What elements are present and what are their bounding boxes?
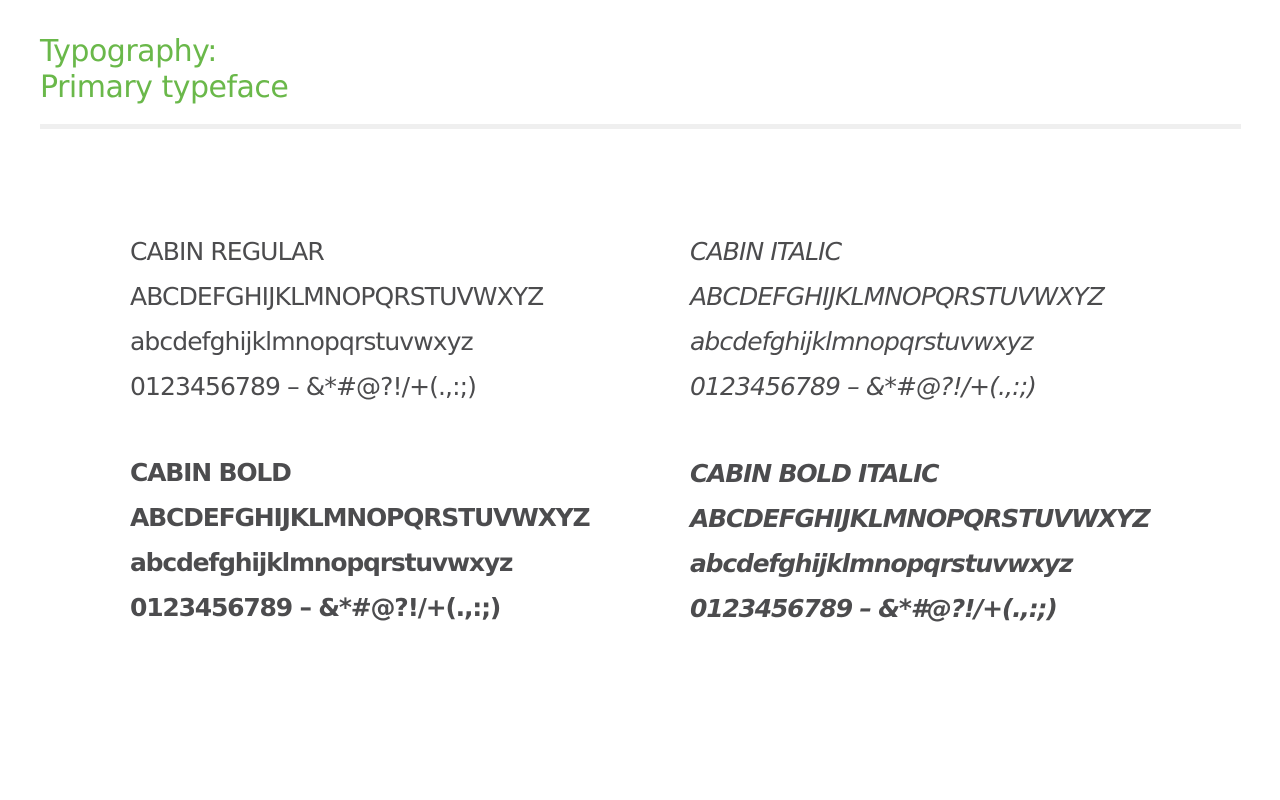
specimen-bold: CABIN BOLD ABCDEFGHIJKLMNOPQRSTUVWXYZ ab…: [130, 450, 591, 630]
specimen-bold-uppercase: ABCDEFGHIJKLMNOPQRSTUVWXYZ: [130, 503, 591, 532]
specimen-regular-numerals: 0123456789 – &*#@?!/+(.,:;): [130, 372, 477, 401]
specimen-italic-lowercase: abcdefghijklmnopqrstuvwxyz: [690, 327, 1034, 356]
specimen-regular-name: CABIN REGULAR: [130, 237, 325, 266]
header-divider: [40, 124, 1241, 129]
specimen-bold-italic-name: CABIN BOLD ITALIC: [690, 459, 940, 488]
specimen-bold-numerals: 0123456789 – &*#@?!/+(.,:;): [130, 593, 501, 622]
specimen-regular: CABIN REGULAR ABCDEFGHIJKLMNOPQRSTUVWXYZ…: [130, 229, 544, 409]
specimen-italic-numerals: 0123456789 – &*#@?!/+(.,:;): [690, 372, 1037, 401]
specimen-italic-name: CABIN ITALIC: [690, 237, 842, 266]
page-title-line-2: Primary typeface: [40, 70, 289, 105]
specimen-bold-italic-uppercase: ABCDEFGHIJKLMNOPQRSTUVWXYZ: [690, 504, 1151, 533]
page-title-line-1: Typography:: [40, 34, 217, 69]
specimen-italic: CABIN ITALIC ABCDEFGHIJKLMNOPQRSTUVWXYZ …: [690, 229, 1105, 409]
specimen-regular-lowercase: abcdefghijklmnopqrstuvwxyz: [130, 327, 474, 356]
specimen-bold-italic-numerals: 0123456789 – &*#@?!/+(.,:;): [690, 594, 1058, 623]
specimen-regular-uppercase: ABCDEFGHIJKLMNOPQRSTUVWXYZ: [130, 282, 544, 311]
specimen-italic-uppercase: ABCDEFGHIJKLMNOPQRSTUVWXYZ: [690, 282, 1105, 311]
specimen-bold-name: CABIN BOLD: [130, 458, 292, 487]
specimen-bold-italic: CABIN BOLD ITALIC ABCDEFGHIJKLMNOPQRSTUV…: [690, 451, 1151, 631]
specimen-bold-lowercase: abcdefghijklmnopqrstuvwxyz: [130, 548, 513, 577]
page-header: Typography: Primary typeface: [40, 34, 1241, 106]
specimen-bold-italic-lowercase: abcdefghijklmnopqrstuvwxyz: [690, 549, 1073, 578]
